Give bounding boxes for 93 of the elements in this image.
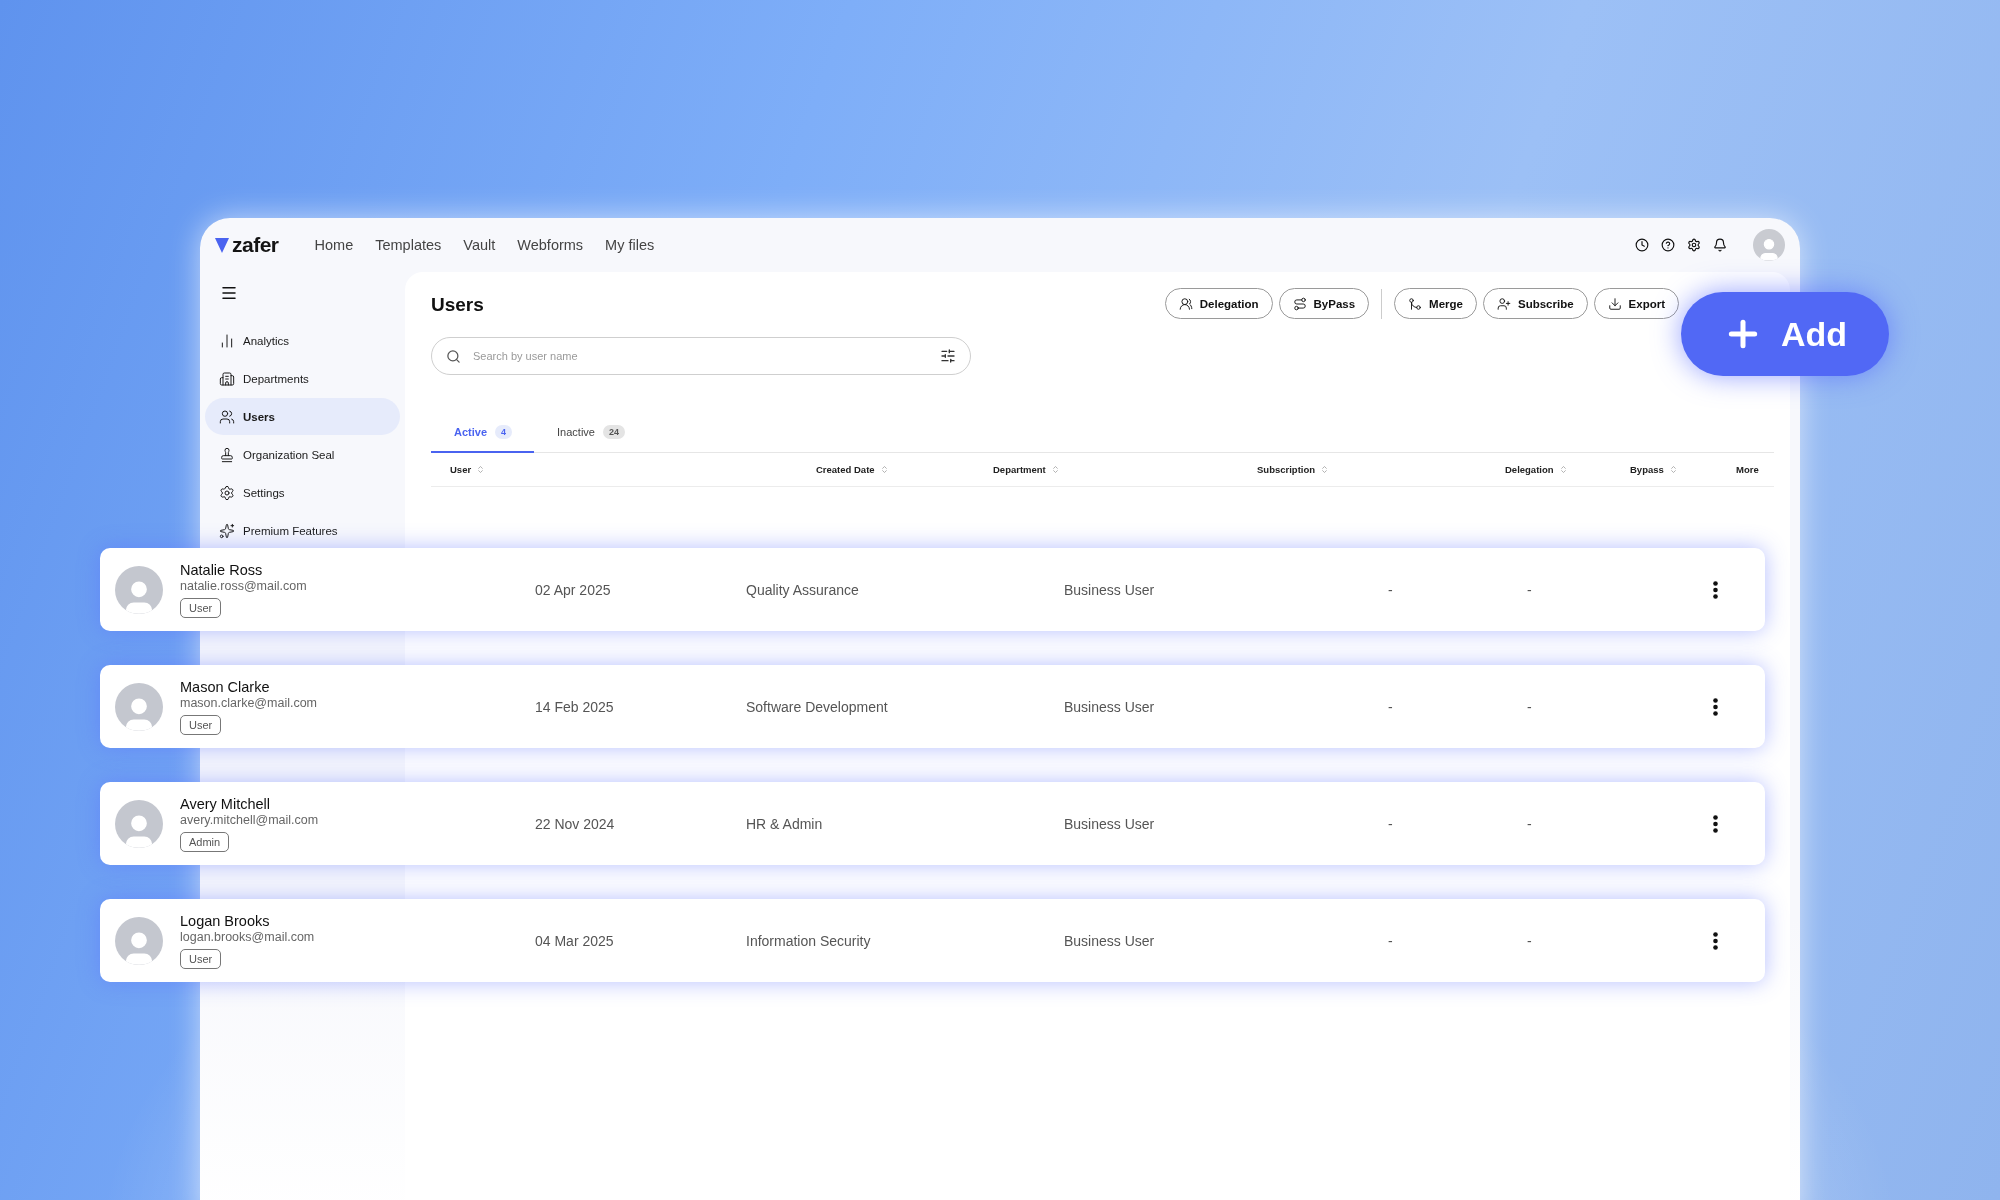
subscription: Business User — [1064, 581, 1156, 598]
delegation-value: - — [1388, 698, 1394, 715]
role-tag: User — [180, 948, 222, 969]
column-header[interactable]: Department — [993, 464, 1046, 475]
delegation-value: - — [1388, 581, 1394, 598]
user-plus-icon — [1496, 296, 1511, 311]
avatar — [115, 682, 163, 731]
user-email: avery.mitchell@mail.com — [180, 812, 319, 827]
nav-link[interactable]: My files — [605, 237, 655, 253]
bypass-value: - — [1527, 815, 1533, 832]
avatar — [115, 916, 163, 965]
nav-link[interactable]: Webforms — [517, 237, 584, 253]
user-row-card[interactable]: Natalie Ross natalie.ross@mail.com User 02 Apr 2025 Quality Assurance Business User - - — [100, 548, 1765, 631]
role-tag: Admin — [180, 831, 230, 852]
sidebar-item[interactable]: Users — [205, 398, 400, 435]
bypass-value: - — [1527, 698, 1533, 715]
column-header[interactable]: User — [450, 464, 472, 475]
bar-chart-icon — [219, 332, 235, 349]
user-email: logan.brooks@mail.com — [180, 929, 315, 944]
user-row-card[interactable]: Mason Clarke mason.clarke@mail.com User 14 Feb 2025 Software Development Business User - - — [100, 665, 1765, 748]
subscription: Business User — [1064, 815, 1156, 832]
download-icon — [1607, 296, 1622, 311]
toolbar-button[interactable]: Merge — [1394, 288, 1477, 319]
route-icon — [1292, 296, 1307, 311]
more-icon — [1713, 814, 1718, 833]
sparkles-icon — [219, 522, 235, 539]
toolbar-button[interactable]: Subscribe — [1482, 288, 1588, 319]
menu-icon[interactable] — [220, 284, 238, 302]
subscription: Business User — [1064, 932, 1156, 949]
users-icon — [1178, 296, 1193, 311]
department: Quality Assurance — [746, 581, 860, 598]
settings-icon[interactable] — [1687, 238, 1701, 252]
department: Software Development — [746, 698, 889, 715]
toolbar-button[interactable]: ByPass — [1278, 288, 1370, 319]
created-date: 14 Feb 2025 — [535, 698, 615, 715]
department: HR & Admin — [746, 815, 824, 832]
toolbar-button[interactable]: Export — [1593, 288, 1679, 319]
column-header[interactable]: Delegation — [1505, 464, 1554, 475]
page-title: Users — [431, 292, 484, 316]
subscription: Business User — [1064, 698, 1156, 715]
logo-icon — [215, 237, 229, 253]
sidebar-item[interactable]: Departments — [205, 360, 400, 397]
settings-icon — [219, 484, 235, 501]
nav-link[interactable]: Vault — [463, 237, 496, 253]
user-name: Natalie Ross — [180, 561, 263, 578]
search-icon — [446, 348, 461, 364]
more-icon — [1713, 697, 1718, 716]
toolbar-button[interactable]: Delegation — [1164, 288, 1273, 319]
nav-link[interactable]: Home — [314, 237, 354, 253]
users-icon — [219, 408, 235, 425]
department: Information Security — [746, 932, 872, 949]
bypass-value: - — [1527, 581, 1533, 598]
building-icon — [219, 370, 235, 387]
more-icon — [1713, 931, 1718, 950]
created-date: 04 Mar 2025 — [535, 932, 615, 949]
user-name: Mason Clarke — [180, 678, 270, 695]
tab[interactable]: Active 4 — [431, 419, 535, 453]
user-row-card[interactable]: Logan Brooks logan.brooks@mail.com User 04 Mar 2025 Information Security Business User - - — [100, 899, 1765, 982]
user-name: Logan Brooks — [180, 912, 270, 929]
clock-icon[interactable] — [1635, 238, 1649, 252]
count-badge: 4 — [495, 425, 513, 439]
nav-link[interactable]: Templates — [375, 237, 442, 253]
bell-icon[interactable] — [1713, 238, 1727, 252]
sidebar-item[interactable]: Analytics — [205, 322, 400, 359]
avatar — [115, 799, 163, 848]
column-header[interactable]: Bypass — [1630, 464, 1664, 475]
delegation-value: - — [1388, 932, 1394, 949]
user-email: mason.clarke@mail.com — [180, 695, 318, 710]
user-email: natalie.ross@mail.com — [180, 578, 307, 593]
avatar — [115, 565, 163, 614]
role-tag: User — [180, 714, 222, 735]
sidebar-item[interactable]: Premium Features — [205, 512, 400, 549]
user-row-card[interactable]: Avery Mitchell avery.mitchell@mail.com Admin 22 Nov 2024 HR & Admin Business User - - — [100, 782, 1765, 865]
delegation-value: - — [1388, 815, 1394, 832]
stamp-icon — [219, 446, 235, 463]
bypass-value: - — [1527, 932, 1533, 949]
help-icon[interactable] — [1661, 238, 1675, 252]
column-header[interactable]: Subscription — [1257, 464, 1316, 475]
user-name: Avery Mitchell — [180, 795, 270, 812]
created-date: 22 Nov 2024 — [535, 815, 616, 832]
role-tag: User — [180, 597, 222, 618]
more-icon — [1713, 580, 1718, 599]
add-button[interactable]: Add — [1681, 292, 1889, 376]
tab[interactable]: Inactive 24 — [534, 419, 647, 453]
column-header: More — [1736, 464, 1759, 475]
column-header[interactable]: Created Date — [816, 464, 875, 475]
sidebar-item[interactable]: Organization Seal — [205, 436, 400, 473]
merge-icon — [1408, 296, 1423, 311]
count-badge: 24 — [602, 425, 625, 439]
filter-icon[interactable] — [940, 348, 956, 364]
sidebar-item[interactable]: Settings — [205, 474, 400, 511]
brand-name: zafer — [232, 233, 279, 257]
created-date: 02 Apr 2025 — [535, 581, 612, 598]
